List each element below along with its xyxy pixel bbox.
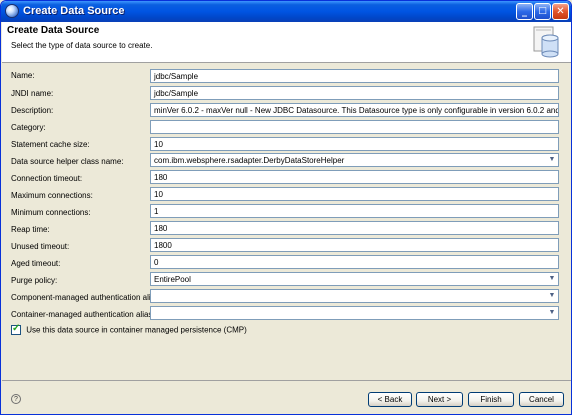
page-title: Create Data Source — [7, 25, 100, 36]
component-auth-alias-combo[interactable]: ▼ — [150, 289, 559, 303]
dialog-header: Create Data Source Select the type of da… — [2, 22, 571, 63]
maximum-connections-field[interactable]: 10 — [150, 187, 559, 201]
back-button[interactable]: < Back — [368, 392, 412, 407]
dialog-window: Create Data Source _ □ ✕ Create Data Sou… — [0, 0, 572, 415]
close-button[interactable]: ✕ — [552, 3, 569, 20]
reap-time-label: Reap time: — [11, 225, 50, 234]
next-button[interactable]: Next > — [416, 392, 463, 407]
page-subtitle: Select the type of data source to create… — [11, 41, 153, 50]
cmp-checkbox-row[interactable]: Use this data source in container manage… — [11, 323, 247, 335]
database-icon — [533, 26, 559, 58]
chevron-down-icon[interactable]: ▼ — [547, 308, 557, 318]
helper-class-label: Data source helper class name: — [11, 157, 124, 166]
name-field[interactable]: jdbc/Sample — [150, 69, 559, 83]
chevron-down-icon[interactable]: ▼ — [547, 155, 557, 165]
eclipse-icon — [5, 4, 19, 18]
reap-time-field[interactable]: 180 — [150, 221, 559, 235]
description-field[interactable]: minVer 6.0.2 - maxVer null - New JDBC Da… — [150, 103, 559, 117]
connection-timeout-field[interactable]: 180 — [150, 170, 559, 184]
cmp-checkbox[interactable] — [11, 323, 21, 335]
purge-policy-value: EntirePool — [154, 275, 191, 284]
dialog-footer: ? < Back Next > Finish Cancel — [2, 381, 571, 414]
jndi-name-field[interactable]: jdbc/Sample — [150, 86, 559, 100]
cmp-checkbox-label: Use this data source in container manage… — [26, 325, 247, 335]
container-auth-alias-combo[interactable]: ▼ — [150, 306, 559, 320]
statement-cache-size-label: Statement cache size: — [11, 140, 90, 149]
category-field[interactable] — [150, 120, 559, 134]
help-icon[interactable]: ? — [11, 394, 21, 404]
cancel-button[interactable]: Cancel — [519, 392, 564, 407]
helper-class-combo[interactable]: com.ibm.websphere.rsadapter.DerbyDataSto… — [150, 153, 559, 167]
connection-timeout-label: Connection timeout: — [11, 174, 83, 183]
chevron-down-icon[interactable]: ▼ — [547, 274, 557, 284]
aged-timeout-field[interactable]: 0 — [150, 255, 559, 269]
minimum-connections-field[interactable]: 1 — [150, 204, 559, 218]
description-label: Description: — [11, 106, 54, 115]
helper-class-value: com.ibm.websphere.rsadapter.DerbyDataSto… — [154, 156, 345, 165]
unused-timeout-field[interactable]: 1800 — [150, 238, 559, 252]
purge-policy-label: Purge policy: — [11, 276, 58, 285]
aged-timeout-label: Aged timeout: — [11, 259, 61, 268]
maximize-button[interactable]: □ — [534, 3, 551, 20]
category-label: Category: — [11, 123, 46, 132]
window-title: Create Data Source — [23, 5, 125, 17]
container-auth-alias-label: Container-managed authentication alias: — [11, 310, 155, 319]
purge-policy-combo[interactable]: EntirePool ▼ — [150, 272, 559, 286]
title-bar[interactable]: Create Data Source _ □ ✕ — [1, 1, 571, 22]
name-label: Name: — [11, 71, 35, 80]
finish-button[interactable]: Finish — [468, 392, 514, 407]
chevron-down-icon[interactable]: ▼ — [547, 291, 557, 301]
minimize-button[interactable]: _ — [516, 3, 533, 20]
form-area: Name: jdbc/Sample JNDI name: jdbc/Sample… — [2, 64, 571, 347]
component-auth-alias-label: Component-managed authentication alias: — [11, 293, 162, 302]
minimum-connections-label: Minimum connections: — [11, 208, 91, 217]
jndi-name-label: JNDI name: — [11, 89, 54, 98]
statement-cache-size-field[interactable]: 10 — [150, 137, 559, 151]
unused-timeout-label: Unused timeout: — [11, 242, 70, 251]
maximum-connections-label: Maximum connections: — [11, 191, 93, 200]
